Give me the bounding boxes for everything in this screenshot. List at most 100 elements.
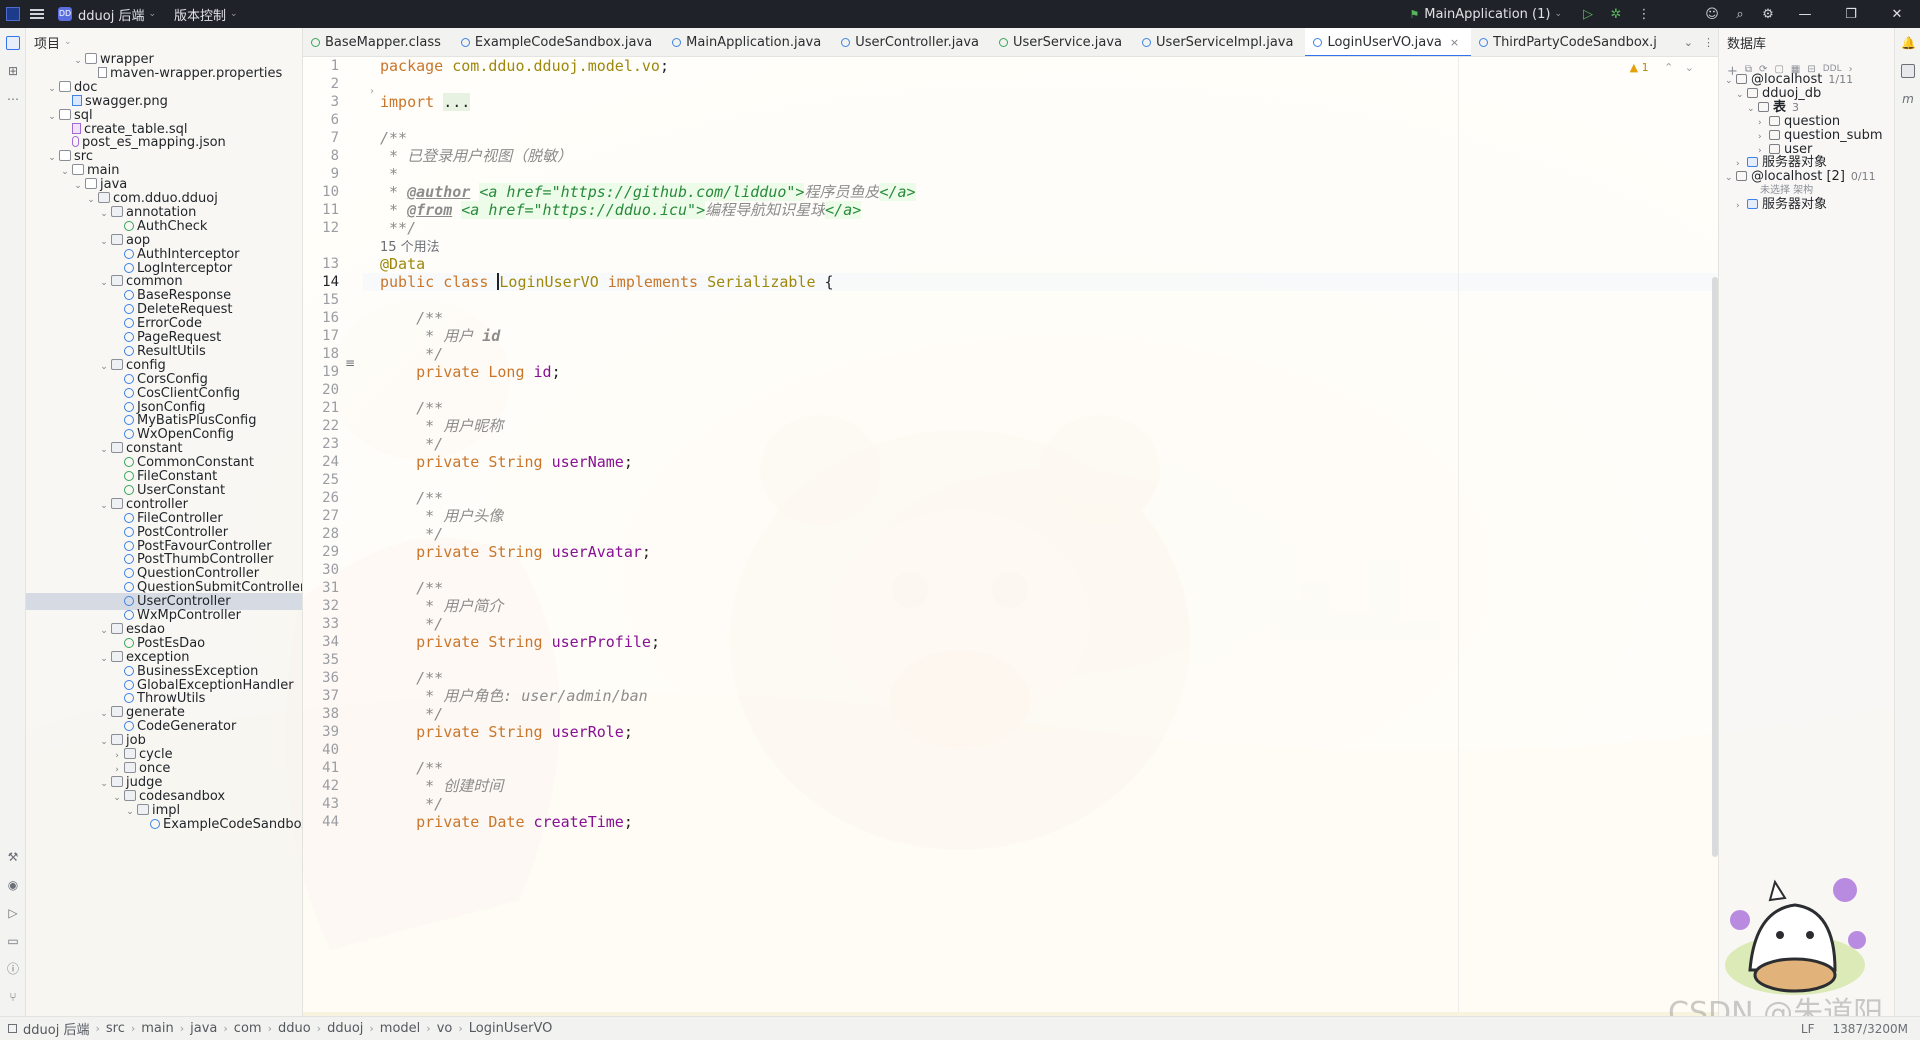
memory-indicator[interactable]: 1387/3200M xyxy=(1833,1022,1908,1036)
settings-gear-icon[interactable]: ⚙ xyxy=(1754,7,1782,22)
main-menu-icon[interactable] xyxy=(30,8,46,20)
code-line[interactable]: * 用户昵称 xyxy=(380,417,503,435)
code-line[interactable]: * 用户 id xyxy=(380,327,500,345)
git-tool-icon[interactable]: ⑂ xyxy=(6,990,20,1004)
line-number[interactable]: 3 xyxy=(303,93,339,111)
line-number[interactable]: 16 xyxy=(303,309,339,327)
database-tool-icon[interactable] xyxy=(1901,64,1915,78)
code-line[interactable]: /** xyxy=(380,129,407,147)
tab-list-chevron-icon[interactable]: ⌄ xyxy=(1684,36,1693,49)
code-line[interactable]: private Long id; xyxy=(380,363,561,381)
breadcrumb-item[interactable]: model xyxy=(380,1021,420,1036)
code-line[interactable]: /** xyxy=(380,759,443,777)
code-line[interactable]: * 创建时间 xyxy=(380,777,503,795)
line-number[interactable]: 13 xyxy=(303,255,339,273)
notifications-icon[interactable]: 🔔 xyxy=(1901,36,1916,50)
line-number[interactable]: 32 xyxy=(303,597,339,615)
line-number[interactable]: 29 xyxy=(303,543,339,561)
line-number[interactable]: 6 xyxy=(303,111,339,129)
line-number[interactable] xyxy=(303,237,339,255)
code-line[interactable]: */ xyxy=(380,705,443,723)
breadcrumb-item[interactable]: java xyxy=(190,1021,217,1036)
more-actions-icon[interactable]: ⋮ xyxy=(1630,7,1658,22)
breadcrumb-item[interactable]: main xyxy=(141,1021,173,1036)
line-number[interactable]: 28 xyxy=(303,525,339,543)
line-number[interactable]: 39 xyxy=(303,723,339,741)
db-tree-item[interactable]: › 服务器对象 xyxy=(1719,196,1827,213)
breadcrumb-item[interactable]: dduo xyxy=(278,1021,311,1036)
line-number[interactable]: 23 xyxy=(303,435,339,453)
line-number[interactable]: 9 xyxy=(303,165,339,183)
minimize-button[interactable]: — xyxy=(1782,7,1828,22)
chevron-right-icon[interactable]: › xyxy=(1736,198,1745,215)
code-line[interactable]: private Date createTime; xyxy=(380,813,633,831)
code-line[interactable]: /** xyxy=(380,669,443,687)
code-line[interactable]: */ xyxy=(380,525,443,543)
line-number[interactable]: 20 xyxy=(303,381,339,399)
close-window-button[interactable]: ✕ xyxy=(1874,7,1920,22)
line-number[interactable]: 2 xyxy=(303,75,339,93)
problems-tool-icon[interactable]: ⓘ xyxy=(6,962,20,976)
line-number[interactable]: 14 xyxy=(303,273,339,291)
line-number[interactable]: 43 xyxy=(303,795,339,813)
line-number[interactable]: 26 xyxy=(303,489,339,507)
editor-tab[interactable]: UserController.java xyxy=(833,28,991,56)
editor-tab[interactable]: LoginUserVO.java × xyxy=(1305,28,1472,56)
code-line[interactable]: */ xyxy=(380,345,443,363)
code-line[interactable]: * 用户头像 xyxy=(380,507,503,525)
editor-tab[interactable]: ExampleCodeSandbox.java xyxy=(453,28,664,56)
line-number[interactable]: 7 xyxy=(303,129,339,147)
terminal-tool-icon[interactable]: ▭ xyxy=(6,934,20,948)
editor-tab[interactable]: MainApplication.java xyxy=(664,28,833,56)
tree-item[interactable]: ExampleCodeSandbox xyxy=(26,816,302,833)
code-line[interactable]: @Data xyxy=(380,255,425,273)
breadcrumb-item[interactable]: dduoj xyxy=(327,1021,363,1036)
code-line[interactable]: private String userName; xyxy=(380,453,633,471)
line-number[interactable]: 31 xyxy=(303,579,339,597)
line-number[interactable]: 34 xyxy=(303,633,339,651)
line-number[interactable]: 33 xyxy=(303,615,339,633)
more-tools-icon[interactable]: ⋯ xyxy=(6,92,20,106)
line-number[interactable]: 36 xyxy=(303,669,339,687)
code-line[interactable]: private String userRole; xyxy=(380,723,633,741)
breadcrumb-item[interactable]: LoginUserVO xyxy=(469,1021,553,1036)
line-number[interactable]: 25 xyxy=(303,471,339,489)
line-number[interactable]: 8 xyxy=(303,147,339,165)
search-icon[interactable]: ⌕ xyxy=(1726,7,1754,22)
code-line[interactable]: * @from <a href="https://dduo.icu">编程导航知… xyxy=(380,201,862,219)
editor-tab[interactable]: UserServiceImpl.java xyxy=(1134,28,1305,56)
code-line[interactable]: */ xyxy=(380,435,443,453)
line-number[interactable]: 21 xyxy=(303,399,339,417)
ide-logo-icon[interactable] xyxy=(6,7,20,21)
code-line[interactable]: /** xyxy=(380,489,443,507)
chevron-up-icon[interactable]: ⌃ xyxy=(1664,61,1673,74)
code-line[interactable]: * 用户简介 xyxy=(380,597,503,615)
line-number[interactable]: 11 xyxy=(303,201,339,219)
line-number[interactable]: 18 xyxy=(303,345,339,363)
breadcrumb-item[interactable]: dduoj 后端 xyxy=(23,1019,89,1038)
editor-tab[interactable]: UserService.java xyxy=(991,28,1134,56)
code-line[interactable]: * 用户角色: user/admin/ban xyxy=(380,687,648,705)
line-number[interactable]: 27 xyxy=(303,507,339,525)
code-line[interactable]: private String userAvatar; xyxy=(380,543,651,561)
code-line[interactable]: import ... xyxy=(380,93,471,111)
line-number[interactable]: 17 xyxy=(303,327,339,345)
line-number[interactable]: 22 xyxy=(303,417,339,435)
line-number[interactable]: 40 xyxy=(303,741,339,759)
code-editor[interactable]: 1 2 3 6 7 8 9 10 11 12 13 14 15 16 17 18 19 20 21 22 23 24 25 2… xyxy=(303,57,1718,1012)
line-separator[interactable]: LF xyxy=(1801,1022,1815,1036)
tab-more-icon[interactable]: ⋮ xyxy=(1703,36,1714,49)
line-number[interactable]: 10 xyxy=(303,183,339,201)
implementation-gutter-icon[interactable]: ≡ xyxy=(345,356,355,370)
editor-tab[interactable]: BaseMapper.class xyxy=(303,28,453,56)
services-tool-icon[interactable]: ◉ xyxy=(6,878,20,892)
build-tool-icon[interactable]: ⚒ xyxy=(6,850,20,864)
line-number[interactable]: 30 xyxy=(303,561,339,579)
breadcrumb-item[interactable]: src xyxy=(106,1021,125,1036)
run-icon[interactable]: ▷ xyxy=(1574,7,1602,22)
fold-marker-icon[interactable]: › xyxy=(370,86,374,97)
run-config-selector[interactable]: ⚑ MainApplication (1) ⌄ xyxy=(1403,0,1568,28)
code-line[interactable]: private String userProfile; xyxy=(380,633,660,651)
breadcrumb-item[interactable]: vo xyxy=(437,1021,453,1036)
line-number[interactable]: 1 xyxy=(303,57,339,75)
